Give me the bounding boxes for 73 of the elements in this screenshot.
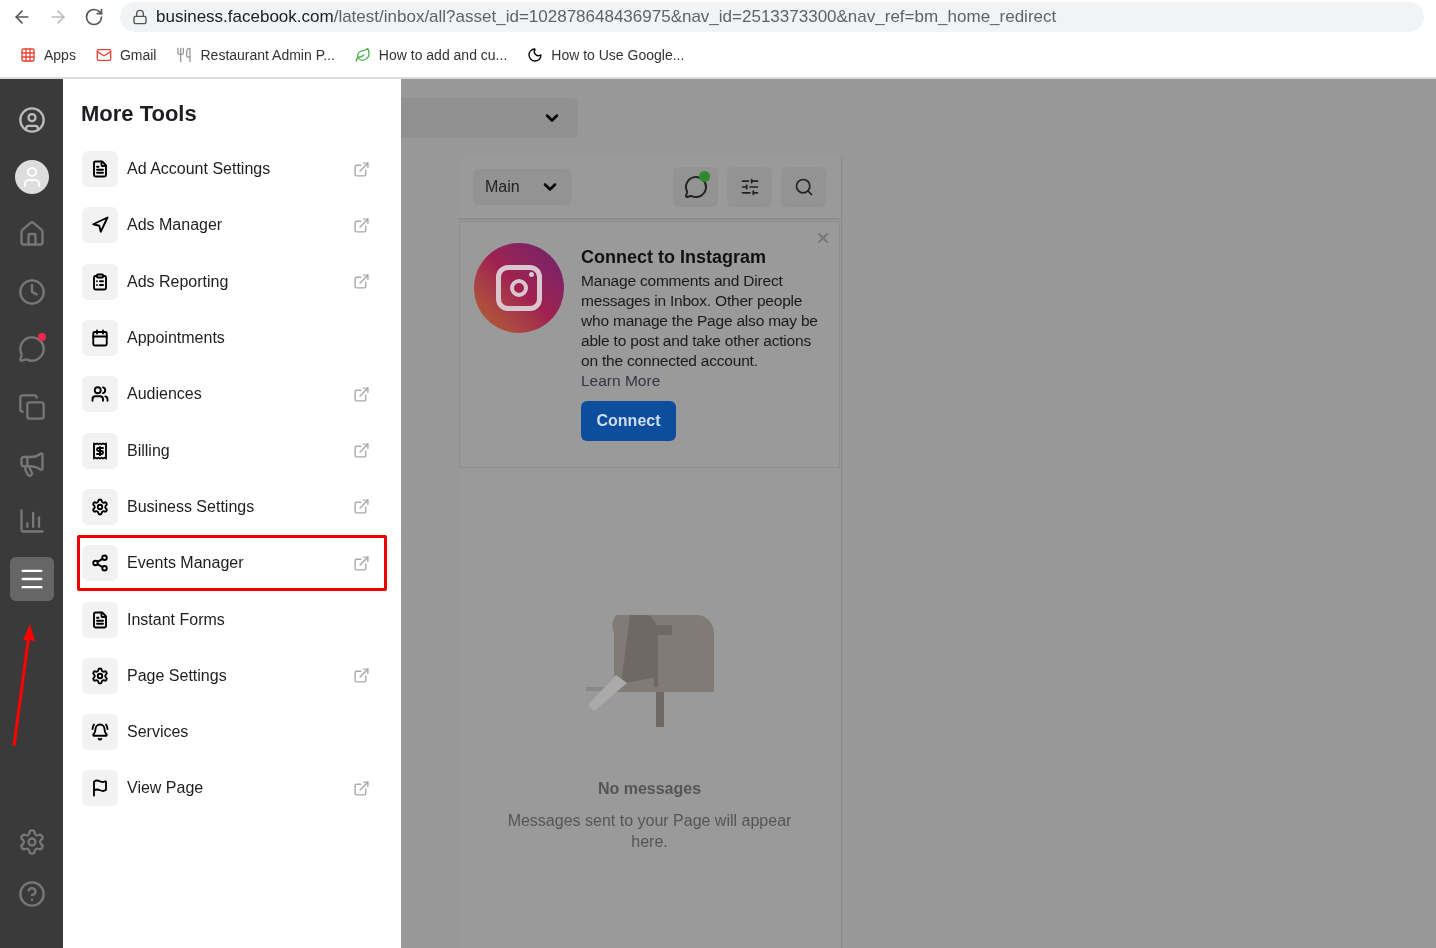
settings-icon[interactable] (17, 828, 46, 856)
menu-item[interactable]: Ad Account Settings (77, 141, 387, 198)
bookmark-icon (527, 47, 544, 63)
menu-item-icon (82, 488, 118, 525)
external-link-icon (353, 385, 370, 403)
menu-item[interactable]: View Page (77, 760, 387, 817)
external-link-icon (353, 498, 370, 516)
url-host: business.facebook.com (156, 5, 334, 28)
search-icon (793, 177, 814, 197)
menu-item[interactable]: Page Settings (77, 647, 387, 704)
filter-settings-button[interactable] (727, 167, 772, 207)
card-description: Manage comments and Direct messages in Inbox. Other people who manage the Page also may be able to post and take other actions on the connected account. (581, 271, 819, 371)
menu-item-icon (82, 151, 118, 188)
home-icon (17, 220, 46, 249)
bookmark[interactable]: How to add and cu... (354, 44, 508, 66)
chat-icon (683, 175, 708, 199)
menu-item-icon (82, 320, 118, 357)
menu-item-icon (82, 207, 118, 244)
chat-icon (17, 335, 46, 364)
menu-item-icon (82, 545, 118, 582)
menu-item-icon (82, 601, 118, 638)
external-link-icon (353, 160, 370, 178)
external-link-icon (353, 216, 370, 234)
menu-item-icon (82, 432, 118, 469)
panel-title: More Tools (81, 100, 198, 128)
help-icon[interactable] (17, 880, 46, 908)
learn-more-link[interactable]: Learn More (581, 371, 819, 391)
close-icon[interactable] (815, 230, 831, 246)
menu-item[interactable]: Events Manager (77, 535, 387, 592)
url-path: /latest/inbox/all?asset_id=102878648436975&nav_id=2513373300&nav_ref=bm_home_redirect (333, 5, 1057, 28)
sliders-icon (739, 177, 760, 197)
menu-item[interactable]: Appointments (77, 309, 387, 367)
menu-item[interactable]: Instant Forms (77, 591, 387, 648)
rail-button[interactable] (9, 556, 54, 601)
bookmark-icon (354, 47, 371, 63)
bookmark[interactable]: Apps (20, 44, 76, 66)
empty-title: No messages (597, 779, 702, 799)
bookmark-icon (95, 47, 112, 63)
bookmark[interactable]: How to Use Google... (527, 44, 685, 66)
megaphone-icon (17, 449, 46, 478)
card-title: Connect to Instagram (581, 246, 768, 269)
lock-icon (132, 8, 148, 25)
menu-item-icon (82, 376, 118, 413)
menu-item-icon (82, 263, 118, 300)
avatar-icon (14, 160, 49, 195)
external-link-icon (353, 273, 370, 291)
bookmark-icon (176, 47, 193, 63)
connect-button[interactable]: Connect (581, 401, 676, 441)
menu-item[interactable]: Billing (77, 422, 387, 479)
bookmark[interactable]: Gmail (95, 44, 157, 66)
empty-description: Messages sent to your Page will appear here. (506, 811, 793, 852)
menu-item-icon (82, 770, 118, 807)
external-link-icon (353, 779, 370, 797)
menu-item[interactable]: Services (77, 703, 387, 761)
menu-item[interactable]: Ads Reporting (77, 253, 387, 310)
clock-icon (17, 277, 46, 306)
menu-item[interactable]: Ads Manager (77, 197, 387, 254)
pages-icon (17, 392, 46, 421)
external-link-icon (353, 667, 370, 685)
reload-icon[interactable] (84, 6, 104, 27)
address-bar[interactable]: business.facebook.com/latest/inbox/all?asset_id=102878648436975&nav_id=2513373300&nav_ref=bm_home_redirect (120, 1, 1424, 32)
search-button[interactable] (781, 167, 826, 207)
menu-item[interactable]: Audiences (77, 366, 387, 423)
external-link-icon (353, 442, 370, 460)
menu-item-icon (82, 657, 118, 694)
bookmark-icon (20, 47, 36, 63)
bookmark[interactable]: Restaurant Admin P... (176, 44, 335, 66)
chat-button[interactable] (673, 167, 718, 207)
menu-item[interactable]: Business Settings (77, 478, 387, 536)
menu-item-icon (82, 714, 118, 751)
filter-dropdown[interactable]: Main (473, 169, 572, 205)
external-link-icon (353, 554, 370, 572)
chart-icon (17, 507, 46, 536)
